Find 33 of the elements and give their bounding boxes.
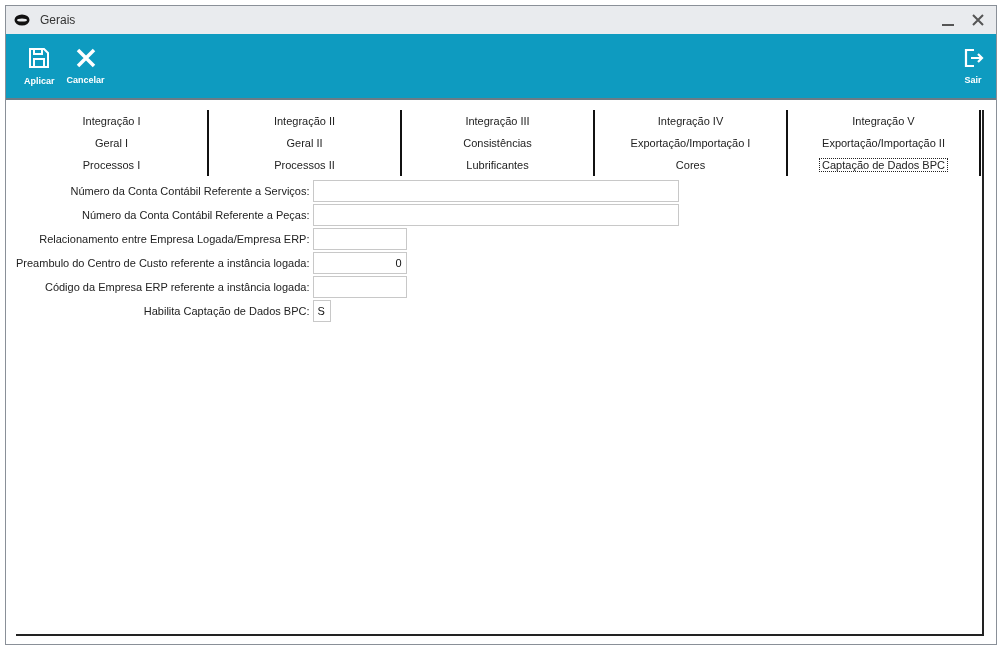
tab[interactable]: Exportação/Importação II: [788, 132, 981, 154]
tab[interactable]: Integração I: [16, 110, 209, 132]
field-label: Número da Conta Contábil Referente a Peças:: [81, 209, 310, 221]
app-logo-icon: [14, 14, 30, 26]
field-label: Relacionamento entre Empresa Logada/Empresa ERP:: [38, 233, 310, 245]
close-icon: [74, 47, 97, 69]
field-label: Código da Empresa ERP referente a instância logada:: [43, 281, 310, 293]
minimize-icon: [942, 24, 954, 26]
input-field[interactable]: 0: [312, 252, 407, 274]
tab[interactable]: Processos II: [209, 154, 402, 176]
tab[interactable]: Processos I: [16, 154, 209, 176]
field-label: Preambulo do Centro de Custo referente a instância logada:: [16, 257, 310, 269]
field-label: Habilita Captação de Dados BPC:: [142, 305, 310, 317]
tab[interactable]: Integração V: [788, 110, 981, 132]
tab[interactable]: Captação de Dados BPC: [788, 154, 981, 176]
tab[interactable]: Lubrificantes: [402, 154, 595, 176]
tab[interactable]: Geral I: [16, 132, 209, 154]
input-field[interactable]: S: [312, 300, 331, 322]
input-field[interactable]: [312, 204, 679, 226]
tab[interactable]: Integração IV: [595, 110, 788, 132]
input-field[interactable]: [312, 180, 679, 202]
tab[interactable]: Geral II: [209, 132, 402, 154]
tab[interactable]: Integração III: [402, 110, 595, 132]
tab[interactable]: Cores: [595, 154, 788, 176]
tab[interactable]: Integração II: [209, 110, 402, 132]
input-field[interactable]: [312, 228, 407, 250]
tab[interactable]: Consistências: [402, 132, 595, 154]
close-icon: [972, 14, 984, 26]
input-field[interactable]: [312, 276, 407, 298]
field-label: Número da Conta Contábil Referente a Serviços:: [69, 185, 310, 197]
window-title: Gerais: [40, 13, 77, 27]
tab[interactable]: Exportação/Importação I: [595, 132, 788, 154]
exit-icon: [962, 47, 984, 69]
